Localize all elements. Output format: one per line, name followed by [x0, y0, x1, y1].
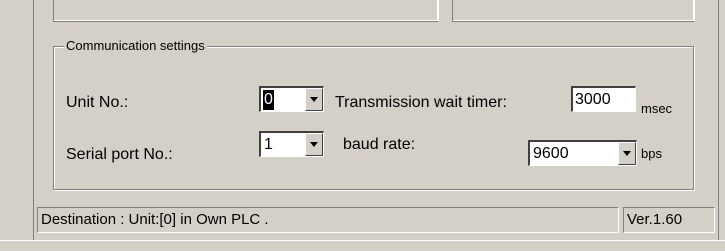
unit-no-value: 0 [262, 89, 275, 111]
status-version: Ver.1.60 [623, 207, 715, 233]
window-bottom-frame [0, 240, 725, 251]
serial-port-value: 1 [264, 136, 273, 153]
transmission-wait-label: Transmission wait timer: [335, 94, 507, 111]
chevron-down-icon [623, 151, 631, 156]
upper-left-panel [53, 0, 439, 22]
status-destination: Destination : Unit:[0] in Own PLC . [37, 207, 619, 233]
group-title: Communication settings [64, 38, 207, 54]
chevron-down-icon [310, 97, 318, 102]
bps-unit-label: bps [641, 146, 662, 161]
msec-unit-label: msec [641, 101, 673, 116]
unit-no-label: Unit No.: [66, 94, 129, 111]
upper-right-panel [452, 0, 695, 22]
baud-rate-label: baud rate: [343, 136, 416, 153]
unit-no-combobox[interactable]: 0 [259, 86, 324, 112]
baud-rate-dropdown-button[interactable] [618, 142, 636, 165]
window-right-frame [718, 0, 725, 251]
baud-rate-value: 9600 [533, 145, 569, 162]
transmission-wait-value: 3000 [575, 91, 611, 108]
dialog-window: Communication settings Unit No.: 0 Seria… [0, 0, 725, 251]
baud-rate-combobox[interactable]: 9600 [528, 140, 637, 166]
serial-port-label: Serial port No.: [66, 146, 173, 163]
window-left-frame [0, 0, 34, 251]
chevron-down-icon [310, 142, 318, 147]
serial-port-dropdown-button[interactable] [305, 133, 323, 156]
transmission-wait-input[interactable]: 3000 [571, 86, 636, 112]
unit-no-dropdown-button[interactable] [305, 88, 323, 111]
communication-settings-group [53, 46, 694, 190]
serial-port-combobox[interactable]: 1 [259, 131, 324, 157]
